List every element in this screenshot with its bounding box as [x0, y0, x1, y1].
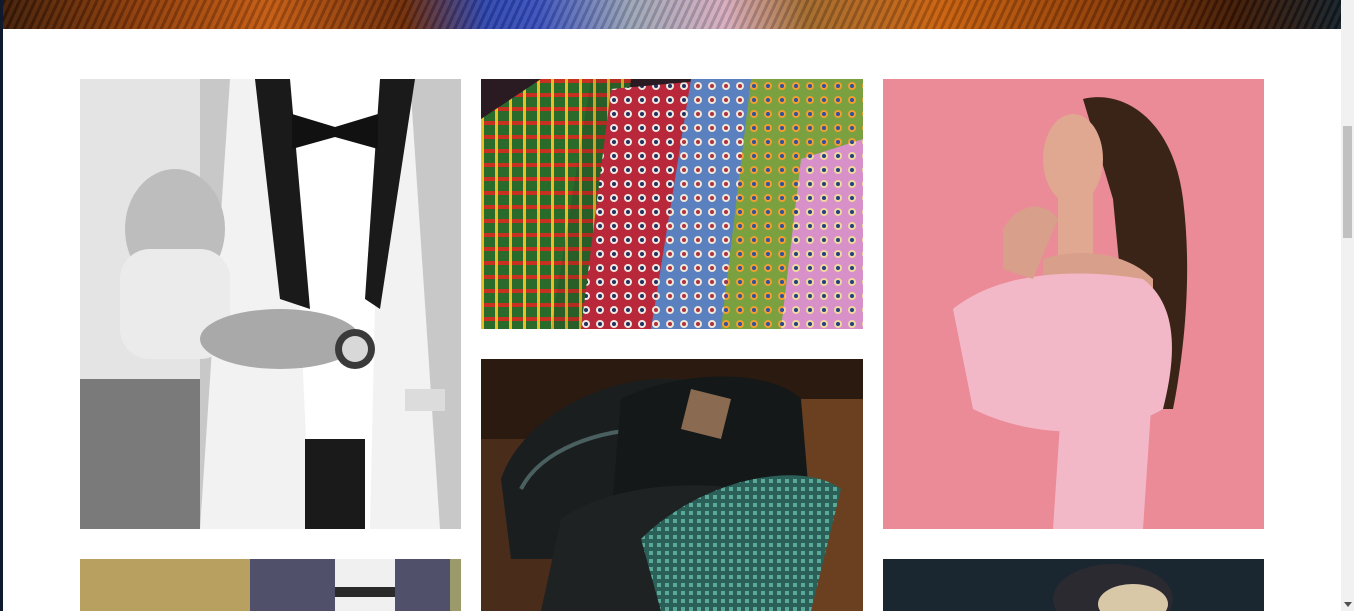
left-frame-border — [0, 0, 3, 611]
jacket-photo — [80, 559, 461, 611]
scrollbar-thumb[interactable] — [1343, 126, 1352, 238]
scroll-down-arrow-icon[interactable] — [1344, 602, 1352, 607]
page-viewport — [0, 0, 1354, 611]
hero-banner-image — [3, 0, 1341, 29]
suit-photo — [80, 79, 461, 529]
gallery-item-jacket[interactable] — [80, 559, 461, 611]
gallery-item-suit[interactable] — [80, 79, 461, 529]
dress-photo — [883, 79, 1264, 529]
gallery-item-dress[interactable] — [883, 79, 1264, 529]
shoes-photo — [481, 359, 863, 611]
gallery-item-shoes[interactable] — [481, 359, 863, 611]
gallery-item-ties[interactable] — [481, 79, 863, 329]
vertical-scrollbar[interactable] — [1341, 0, 1354, 611]
portrait-photo — [883, 559, 1264, 611]
ties-photo — [481, 79, 863, 329]
gallery-item-portrait[interactable] — [883, 559, 1264, 611]
